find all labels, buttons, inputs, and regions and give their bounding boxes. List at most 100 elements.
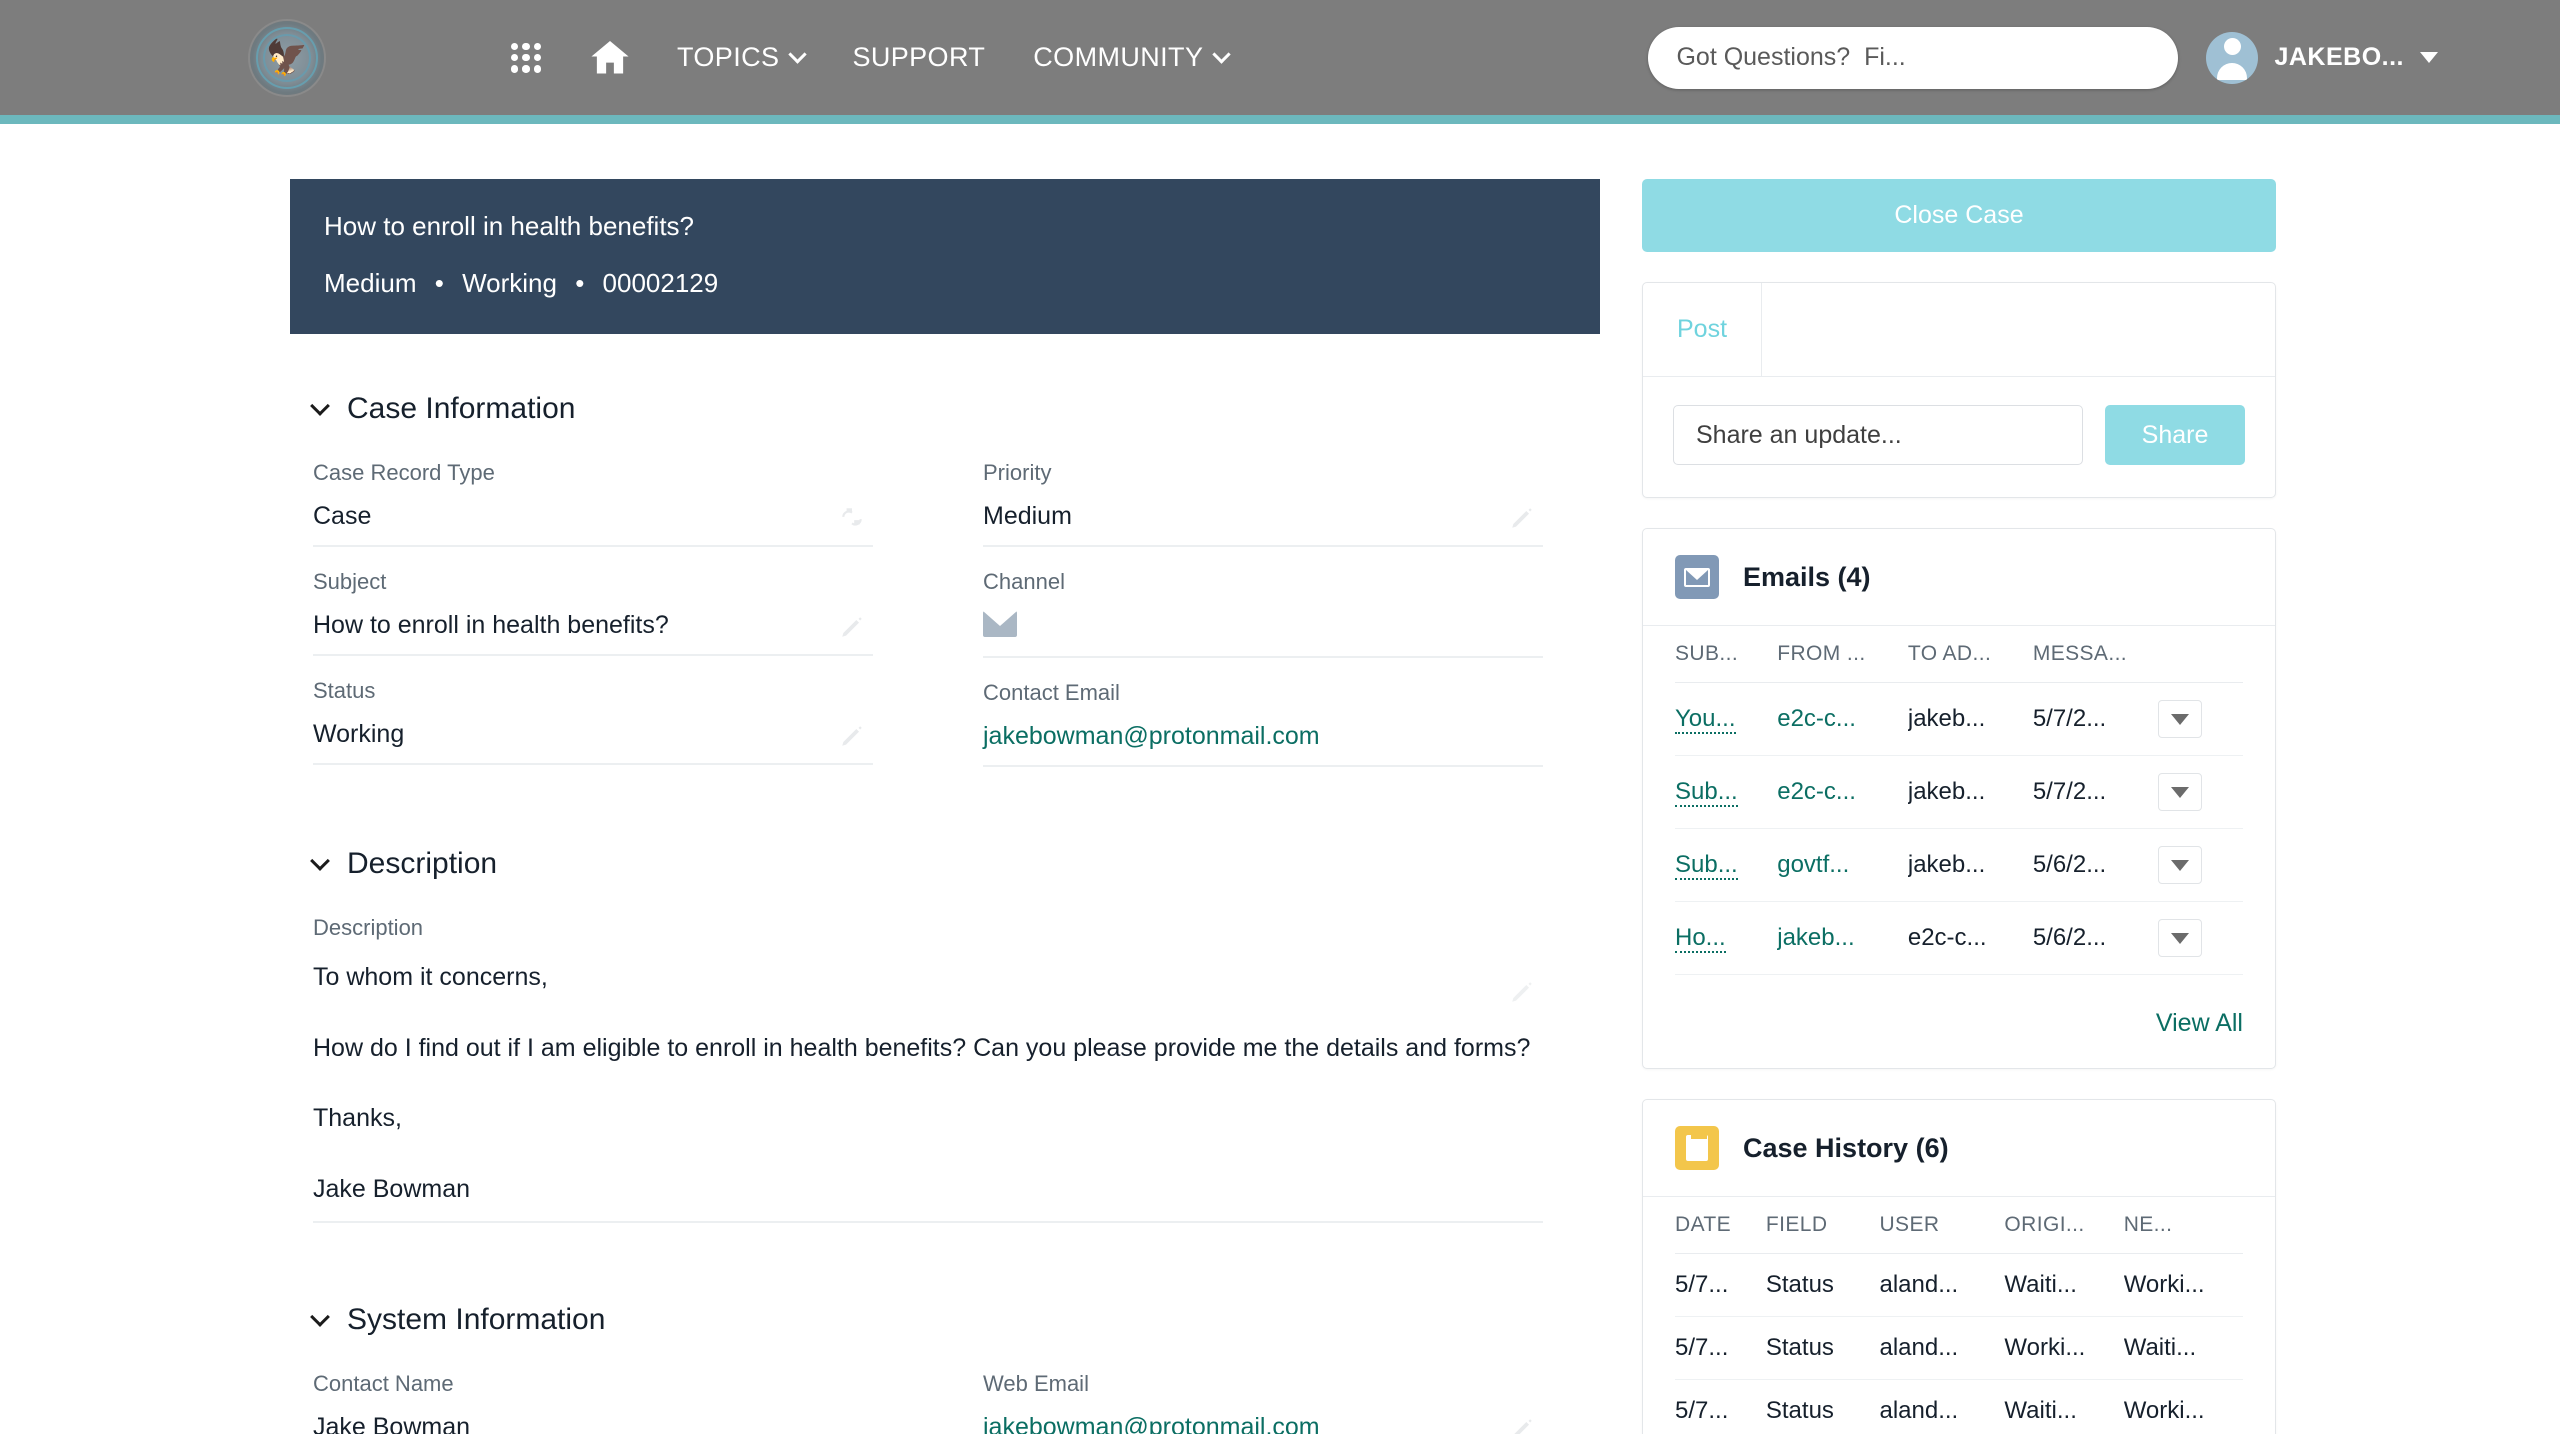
accent-bar xyxy=(0,115,2560,124)
history-original-cell: Waiti... xyxy=(2004,1379,2124,1434)
field-value: Medium xyxy=(983,502,1072,530)
column-header-user[interactable]: USER xyxy=(1879,1197,2005,1254)
history-field-cell: Status xyxy=(1765,1253,1880,1317)
description-paragraph: Jake Bowman xyxy=(313,1174,471,1203)
field-value-wrap: Jake Bowman xyxy=(313,1413,873,1434)
field-value xyxy=(983,611,1543,644)
column-header-original-value[interactable]: ORIGI... xyxy=(2004,1197,2124,1254)
main-column: How to enroll in health benefits? Medium… xyxy=(290,124,1600,1434)
nav-item-support[interactable]: SUPPORT xyxy=(852,42,985,73)
nav-item-label: COMMUNITY xyxy=(1033,42,1204,72)
email-from-link[interactable]: govtf... xyxy=(1777,851,1849,878)
email-date-cell: 5/6/2... xyxy=(2032,901,2158,975)
column-header-new-value[interactable]: NE... xyxy=(2123,1197,2243,1254)
pencil-icon[interactable] xyxy=(839,723,865,749)
row-actions-menu[interactable] xyxy=(2157,846,2202,884)
column-header-message-date[interactable]: MESSA... xyxy=(2032,626,2158,683)
clipboard-glyph xyxy=(1686,1130,1708,1161)
row-actions-menu[interactable] xyxy=(2157,773,2202,811)
email-subject-link[interactable]: Sub... xyxy=(1675,778,1738,807)
field-description: Description To whom it concerns, How do … xyxy=(313,915,1543,1223)
field-column-right: Priority Medium Channel Contact Email ja… xyxy=(983,460,1543,789)
history-field-cell: Status xyxy=(1765,1379,1880,1434)
app-launcher-icon[interactable] xyxy=(511,42,541,73)
search-box[interactable] xyxy=(1648,26,2179,89)
eagle-icon: 🦅 xyxy=(265,38,309,77)
share-update-input[interactable] xyxy=(1673,405,2083,465)
case-history-card-header[interactable]: Case History (6) xyxy=(1643,1100,2275,1197)
section-case-information: Case Information Case Record Type Case S… xyxy=(290,392,1600,789)
nav-item-label: SUPPORT xyxy=(852,42,986,72)
table-row: You... e2c-c... jakeb... 5/7/2... xyxy=(1675,682,2243,756)
column-header-subject[interactable]: SUB... xyxy=(1675,626,1778,683)
section-toggle-system-information[interactable]: System Information xyxy=(310,1303,1600,1337)
field-contact-email: Contact Email jakebowman@protonmail.com xyxy=(983,680,1543,767)
search-input[interactable] xyxy=(1676,43,2151,72)
email-subject-link[interactable]: Ho... xyxy=(1675,924,1726,953)
home-icon[interactable] xyxy=(591,40,629,75)
column-header-from[interactable]: FROM ... xyxy=(1777,626,1908,683)
section-toggle-description[interactable]: Description xyxy=(310,847,1600,881)
field-channel: Channel xyxy=(983,569,1543,658)
case-history-header-row: DATE FIELD USER ORIGI... NE... xyxy=(1675,1197,2243,1254)
chevron-down-icon xyxy=(1212,45,1232,64)
tab-post[interactable]: Post xyxy=(1643,283,1763,376)
change-record-type-icon[interactable] xyxy=(839,505,865,531)
app-launcher-dot xyxy=(533,42,541,50)
avatar-body xyxy=(2217,62,2248,80)
email-subject-link[interactable]: You... xyxy=(1675,705,1736,734)
email-to-cell: jakeb... xyxy=(1907,682,2033,756)
share-button[interactable]: Share xyxy=(2105,405,2245,465)
field-case-record-type: Case Record Type Case xyxy=(313,460,873,547)
close-case-button[interactable]: Close Case xyxy=(1642,179,2276,252)
contact-name-link[interactable]: Jake Bowman xyxy=(313,1413,470,1434)
table-row: Ho... jakeb... e2c-c... 5/6/2... xyxy=(1675,901,2243,975)
section-heading: System Information xyxy=(347,1303,606,1336)
row-actions-menu[interactable] xyxy=(2157,919,2202,957)
app-launcher-dot xyxy=(533,65,541,73)
view-all-link[interactable]: View All xyxy=(2156,1009,2243,1037)
avatar-inner xyxy=(2206,32,2258,84)
row-actions-menu[interactable] xyxy=(2157,700,2202,738)
section-toggle-case-information[interactable]: Case Information xyxy=(310,392,1600,426)
chevron-down-icon xyxy=(2170,786,2189,798)
pencil-icon[interactable] xyxy=(1509,979,1535,1005)
description-paragraph: How do I find out if I am eligible to en… xyxy=(313,1033,1531,1062)
user-menu[interactable]: JAKEBO... xyxy=(2206,31,2438,84)
field-column-right: Web Email jakebowman@protonmail.com Case… xyxy=(983,1371,1543,1434)
field-value: Working xyxy=(313,720,405,748)
pencil-icon[interactable] xyxy=(1509,505,1535,531)
email-from-link[interactable]: e2c-c... xyxy=(1777,705,1856,732)
email-from-link[interactable]: jakeb... xyxy=(1777,924,1854,951)
clipboard-icon xyxy=(1675,1126,1719,1170)
nav-item-topics[interactable]: TOPICS xyxy=(677,42,808,73)
history-original-cell: Waiti... xyxy=(2004,1253,2124,1317)
nav-item-community[interactable]: COMMUNITY xyxy=(1033,42,1232,73)
column-header-field[interactable]: FIELD xyxy=(1765,1197,1880,1254)
site-logo[interactable]: 🦅 xyxy=(248,18,326,97)
field-label: Case Record Type xyxy=(313,460,495,485)
table-row: 5/7... Status aland... Worki... Waiti... xyxy=(1675,1316,2243,1380)
column-header-to-address[interactable]: TO AD... xyxy=(1907,626,2033,683)
emails-footer: View All xyxy=(1643,975,2275,1068)
chevron-down-icon xyxy=(310,395,330,416)
table-row: Sub... govtf... jakeb... 5/6/2... xyxy=(1675,828,2243,902)
pencil-icon[interactable] xyxy=(1509,1416,1535,1434)
field-value[interactable]: jakebowman@protonmail.com xyxy=(983,1413,1543,1434)
emails-card-header[interactable]: Emails (4) xyxy=(1643,529,2275,626)
field-value[interactable]: jakebowman@protonmail.com xyxy=(983,722,1543,753)
chevron-down-icon xyxy=(2170,859,2189,871)
email-from-link[interactable]: e2c-c... xyxy=(1777,778,1856,805)
field-label: Contact Name xyxy=(313,1371,454,1396)
pencil-icon[interactable] xyxy=(839,614,865,640)
nav-item-label: TOPICS xyxy=(677,42,780,72)
email-subject-link[interactable]: Sub... xyxy=(1675,851,1738,880)
history-new-cell: Worki... xyxy=(2123,1379,2243,1434)
app-launcher-dot xyxy=(522,53,530,62)
meta-separator: • xyxy=(575,268,585,298)
case-priority: Medium xyxy=(324,268,417,298)
email-to-cell: jakeb... xyxy=(1907,828,2033,902)
email-icon xyxy=(1675,555,1719,599)
column-header-date[interactable]: DATE xyxy=(1675,1197,1766,1254)
section-heading: Description xyxy=(347,847,498,880)
